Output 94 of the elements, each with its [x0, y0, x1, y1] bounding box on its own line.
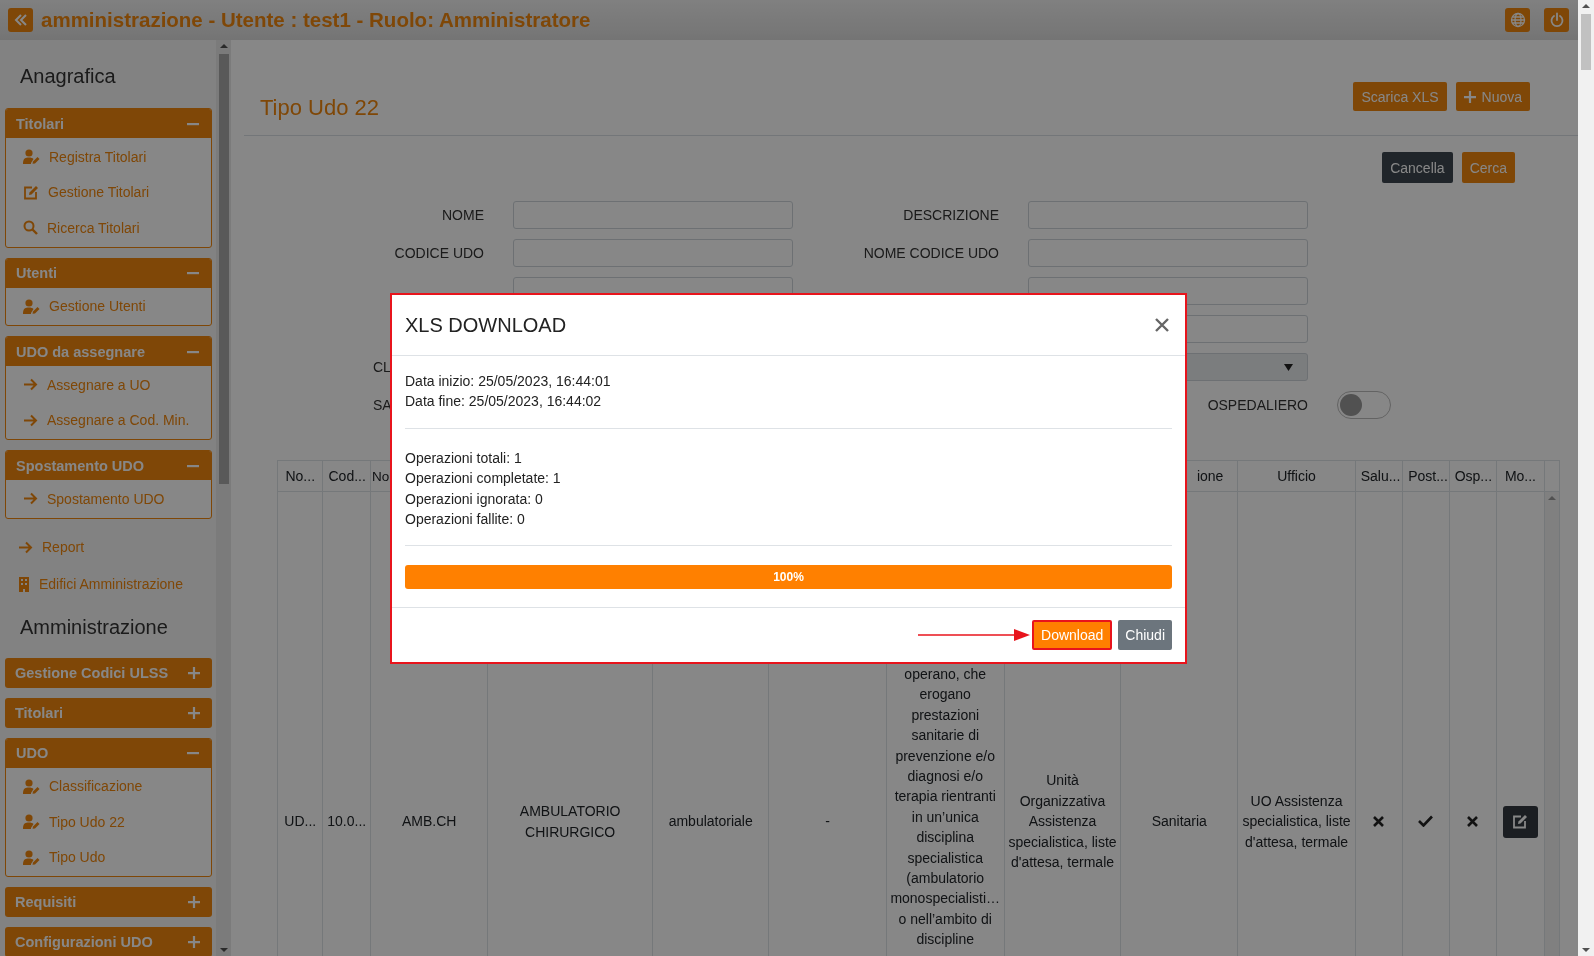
table-cell-text: UD...	[284, 812, 317, 832]
section-header[interactable]: Configurazioni UDO	[5, 927, 212, 956]
input-field[interactable]	[1028, 201, 1308, 229]
table-cell-text: Sanitaria	[1151, 812, 1207, 832]
input-field[interactable]	[513, 201, 793, 229]
section-header[interactable]: Titolari	[6, 109, 211, 138]
table-cell-text: UO Assistenza specialistica, liste d'attesa, termale	[1242, 791, 1351, 852]
table-cell-text: ambulatoriale	[668, 812, 753, 832]
column-header[interactable]: No	[372, 468, 390, 484]
arrow-right-icon	[23, 378, 38, 392]
page-title: Tipo Udo 22	[259, 94, 380, 122]
toggle-switch[interactable]	[1337, 391, 1391, 419]
arrow-right-icon	[23, 492, 38, 506]
dialog-button[interactable]: Chiudi	[1118, 620, 1172, 651]
menu-item[interactable]: Ricerca Titolari	[6, 210, 211, 246]
stat-text: Operazioni ignorata: 0	[405, 489, 544, 509]
field-label: CL	[373, 359, 391, 375]
modal-title: XLS DOWNLOAD	[405, 313, 567, 337]
column-header[interactable]: Ufficio	[1277, 468, 1316, 484]
dialog-button[interactable]: Download	[1032, 620, 1113, 651]
edit-button[interactable]	[1502, 805, 1538, 838]
scrollbar[interactable]	[216, 40, 231, 956]
menu-item[interactable]: Spostamento UDO	[6, 481, 211, 517]
menu-item[interactable]: Gestione Titolari	[6, 174, 211, 210]
progress-label: 100%	[773, 569, 804, 587]
arrow-right-icon	[18, 540, 33, 554]
table-cell-text: -	[825, 812, 830, 832]
page-scrollbar[interactable]	[1578, 0, 1594, 956]
sidebar-heading: Amministrazione	[19, 614, 169, 640]
section-header[interactable]: Requisiti	[5, 887, 212, 917]
globe-icon	[1509, 12, 1526, 28]
field-label: OSPEDALIERO	[1207, 397, 1308, 413]
section-header[interactable]: Gestione Codici ULSS	[5, 657, 212, 688]
input-field[interactable]	[513, 239, 793, 267]
input-field[interactable]	[1028, 239, 1308, 267]
menu-item[interactable]: Edifici Amministrazione	[5, 565, 212, 603]
menu-item[interactable]: Report	[5, 528, 212, 566]
table-cell-text: AMB.CH	[401, 812, 457, 832]
app-title: amministrazione - Utente : test1 - Ruolo: Amministratore	[41, 8, 591, 32]
plus-icon	[188, 896, 200, 908]
section-header[interactable]: UDO da assegnare	[6, 337, 211, 366]
field-label: SA	[373, 397, 392, 413]
language-button[interactable]	[1505, 8, 1530, 32]
form-button[interactable]: Cancella	[1382, 152, 1453, 183]
table-cell-text: 10.0...	[327, 812, 367, 832]
arrow-right-icon	[23, 413, 38, 427]
stat-text: Operazioni completate: 1	[405, 469, 562, 489]
table-cell-text: AMBULATORIO CHIRURGICO	[519, 802, 621, 842]
menu-item[interactable]: Gestione Utenti	[6, 288, 211, 324]
section-header[interactable]: Titolari	[5, 697, 212, 728]
plus-icon	[188, 706, 200, 719]
info-text: Data fine: 25/05/2023, 16:44:02	[405, 392, 603, 412]
power-icon	[1548, 12, 1565, 28]
field-label: CODICE UDO	[394, 245, 484, 261]
table-cell-text: Unità Organizzativa Assistenza specialistica, liste d'attesa, termale	[1008, 771, 1117, 873]
building-icon	[18, 576, 30, 592]
user-edit-icon	[23, 298, 40, 314]
section-header[interactable]: Utenti	[6, 258, 211, 288]
stat-text: Operazioni fallite: 0	[405, 510, 526, 530]
menu-item[interactable]: Assegnare a UO	[6, 367, 211, 403]
sidebar-heading: Anagrafica	[19, 64, 117, 89]
edit-icon	[23, 184, 39, 200]
form-button[interactable]: Cerca	[1461, 152, 1515, 183]
caret-icon	[1284, 363, 1293, 371]
plus-icon	[188, 936, 200, 948]
plus-icon	[188, 666, 200, 679]
close-icon	[1155, 318, 1169, 332]
field-label: DESCRIZIONE	[903, 207, 999, 223]
section-header[interactable]: UDO	[6, 738, 211, 768]
collapse-button[interactable]	[8, 8, 33, 32]
close-button[interactable]	[1155, 318, 1169, 332]
section-header[interactable]: Spostamento UDO	[6, 451, 211, 480]
user-edit-icon	[23, 149, 40, 165]
info-text: Data inizio: 25/05/2023, 16:44:01	[405, 372, 612, 391]
table-cell-text: operano, che erogano prestazioni sanitarie di prevenzione e/o diagnosi e/o terapia rientranti in un’unica disciplina specialistica (ambulatorio monospecialisti… o nell’ambito di discipline	[890, 665, 1001, 950]
menu-item[interactable]: Registra Titolari	[6, 139, 211, 175]
search-icon	[23, 220, 38, 236]
menu-item[interactable]: Tipo Udo 22	[6, 804, 211, 840]
menu-item[interactable]: Assegnare a Cod. Min.	[6, 402, 211, 438]
user-edit-icon	[23, 849, 40, 865]
stat-text: Operazioni totali: 1	[405, 448, 523, 468]
field-label: NOME CODICE UDO	[863, 245, 999, 261]
user-edit-icon	[23, 814, 40, 830]
field-label: NOME	[442, 207, 484, 223]
menu-item[interactable]: Tipo Udo	[6, 839, 211, 875]
action-button[interactable]: Scarica XLS	[1353, 82, 1447, 111]
menu-item[interactable]: Classificazione	[6, 768, 211, 804]
edit-icon	[1512, 814, 1529, 829]
power-button[interactable]	[1544, 8, 1569, 32]
action-button[interactable]: Nuova	[1455, 82, 1530, 111]
user-edit-icon	[23, 778, 40, 794]
column-header[interactable]: ione	[1196, 468, 1224, 484]
double-chevron-left-icon	[13, 13, 28, 27]
plus-icon	[1463, 90, 1476, 103]
